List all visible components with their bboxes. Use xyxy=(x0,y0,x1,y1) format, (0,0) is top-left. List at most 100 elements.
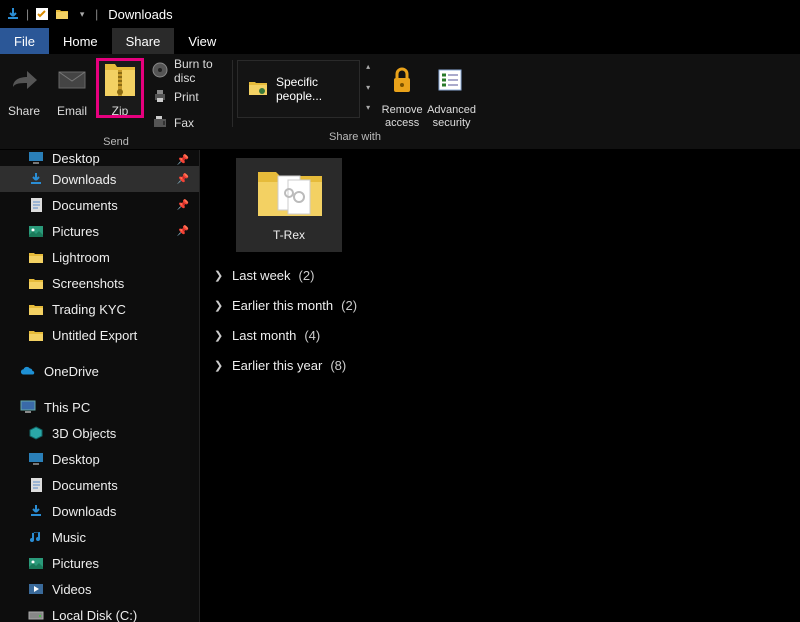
pictures-icon xyxy=(28,555,44,571)
onedrive-icon xyxy=(20,363,36,379)
main-split: Desktop📌Downloads📌Documents📌Pictures📌Lig… xyxy=(0,150,800,622)
share-gallery-down-icon[interactable]: ▾ xyxy=(362,83,374,92)
folder-icon xyxy=(28,275,44,291)
group-label: Last month xyxy=(232,328,296,343)
desktop-icon xyxy=(28,451,44,467)
pin-icon: 📌 xyxy=(177,226,189,237)
group-earlier-this-year[interactable]: ❯ Earlier this year (8) xyxy=(212,350,800,380)
nav-item-pictures[interactable]: Pictures 📌 xyxy=(0,218,199,244)
downloads-icon xyxy=(28,171,44,187)
nav-item-trading-kyc[interactable]: Trading KYC xyxy=(0,296,199,322)
qat-properties-icon[interactable] xyxy=(35,7,49,21)
nav-item-downloads[interactable]: Downloads xyxy=(0,498,199,524)
printer-icon xyxy=(152,88,168,107)
nav-item-downloads[interactable]: Downloads 📌 xyxy=(0,166,199,192)
nav-onedrive[interactable]: OneDrive xyxy=(0,358,199,384)
email-icon xyxy=(57,69,87,94)
folder-item[interactable]: T-Rex xyxy=(236,158,342,252)
folder-icon xyxy=(28,249,44,265)
pc-icon xyxy=(20,399,36,415)
qat-dropdown-icon[interactable]: ▾ xyxy=(75,7,89,21)
nav-item-3d-objects[interactable]: 3D Objects xyxy=(0,420,199,446)
group-earlier-this-month[interactable]: ❯ Earlier this month (2) xyxy=(212,290,800,320)
disk-icon xyxy=(28,607,44,622)
menu-file[interactable]: File xyxy=(0,28,49,54)
menu-view[interactable]: View xyxy=(174,28,230,54)
chevron-right-icon: ❯ xyxy=(214,359,224,372)
nav-item-desktop[interactable]: Desktop📌 xyxy=(0,150,199,166)
share-folder-icon xyxy=(248,80,268,99)
3d-icon xyxy=(28,425,44,441)
pictures-icon xyxy=(28,223,44,239)
folder-icon xyxy=(28,327,44,343)
ribbon-fax-button[interactable]: Fax xyxy=(146,110,232,136)
share-gallery-up-icon[interactable]: ▴ xyxy=(362,62,374,71)
nav-item-untitled-export[interactable]: Untitled Export xyxy=(0,322,199,348)
nav-item-local-disk-c-[interactable]: Local Disk (C:) xyxy=(0,602,199,622)
desktop-icon xyxy=(28,150,44,166)
fax-icon xyxy=(152,114,168,133)
nav-this-pc[interactable]: This PC xyxy=(0,394,199,420)
share-arrow-icon xyxy=(9,67,39,96)
ribbon-share-button[interactable]: Share xyxy=(0,58,48,118)
nav-item-videos[interactable]: Videos xyxy=(0,576,199,602)
group-count: (2) xyxy=(299,268,315,283)
nav-item-documents[interactable]: Documents xyxy=(0,472,199,498)
videos-icon xyxy=(28,581,44,597)
nav-item-lightroom[interactable]: Lightroom xyxy=(0,244,199,270)
group-label: Earlier this month xyxy=(232,298,333,313)
nav-item-label: Trading KYC xyxy=(52,302,126,317)
ribbon-print-button[interactable]: Print xyxy=(146,84,232,110)
nav-tree[interactable]: Desktop📌Downloads📌Documents📌Pictures📌Lig… xyxy=(0,150,200,622)
group-last-month[interactable]: ❯Last month (4) xyxy=(212,320,800,350)
nav-item-label: Pictures xyxy=(52,224,99,239)
security-list-icon xyxy=(436,67,464,96)
content-pane[interactable]: T-Rex ❯Last week (2)❯Earlier this month … xyxy=(200,150,800,622)
ribbon-email-button[interactable]: Email xyxy=(48,58,96,118)
ribbon-specific-people-button[interactable]: Specific people... xyxy=(237,60,360,118)
nav-item-label: Music xyxy=(52,530,86,545)
chevron-right-icon: ❯ xyxy=(214,299,224,312)
ribbon-advanced-security-button[interactable]: Advancedsecurity xyxy=(426,58,477,130)
ribbon-remove-access-button[interactable]: Removeaccess xyxy=(378,58,426,130)
lock-icon xyxy=(389,65,415,98)
nav-item-documents[interactable]: Documents 📌 xyxy=(0,192,199,218)
folder-item-label: T-Rex xyxy=(273,228,305,242)
group-label: Last week xyxy=(232,268,291,283)
group-count: (2) xyxy=(341,298,357,313)
nav-item-music[interactable]: Music xyxy=(0,524,199,550)
menu-home[interactable]: Home xyxy=(49,28,112,54)
nav-item-label: Pictures xyxy=(52,556,99,571)
folder-icon xyxy=(28,301,44,317)
nav-item-label: Downloads xyxy=(52,172,116,187)
qat-folder-icon[interactable] xyxy=(55,7,69,21)
nav-item-desktop[interactable]: Desktop xyxy=(0,446,199,472)
ribbon: Share Email Zip Burn to disc xyxy=(0,54,800,150)
nav-item-label: Screenshots xyxy=(52,276,124,291)
zip-icon xyxy=(103,60,137,103)
chevron-right-icon: ❯ xyxy=(214,269,224,282)
titlebar: | ▾ | Downloads xyxy=(0,0,800,28)
nav-item-label: Documents xyxy=(52,478,118,493)
documents-icon xyxy=(28,477,44,493)
menu-share[interactable]: Share xyxy=(112,28,175,54)
ribbon-burn-button[interactable]: Burn to disc xyxy=(146,58,232,84)
nav-item-screenshots[interactable]: Screenshots xyxy=(0,270,199,296)
music-icon xyxy=(28,529,44,545)
nav-item-label: Untitled Export xyxy=(52,328,137,343)
share-gallery-more-icon[interactable]: ▾ xyxy=(362,103,374,112)
disc-icon xyxy=(152,62,168,81)
group-label: Earlier this year xyxy=(232,358,322,373)
downloads-icon xyxy=(28,503,44,519)
nav-item-label: Desktop xyxy=(52,452,100,467)
pin-icon: 📌 xyxy=(177,200,189,211)
pin-icon: 📌 xyxy=(177,155,189,166)
group-count: (8) xyxy=(330,358,346,373)
pin-icon: 📌 xyxy=(177,174,189,185)
nav-item-pictures[interactable]: Pictures xyxy=(0,550,199,576)
group-last-week[interactable]: ❯ Last week (2) xyxy=(212,260,800,290)
title-sep-2: | xyxy=(95,7,98,21)
nav-item-label: Videos xyxy=(52,582,92,597)
ribbon-zip-button[interactable]: Zip xyxy=(96,58,144,118)
nav-item-label: Documents xyxy=(52,198,118,213)
